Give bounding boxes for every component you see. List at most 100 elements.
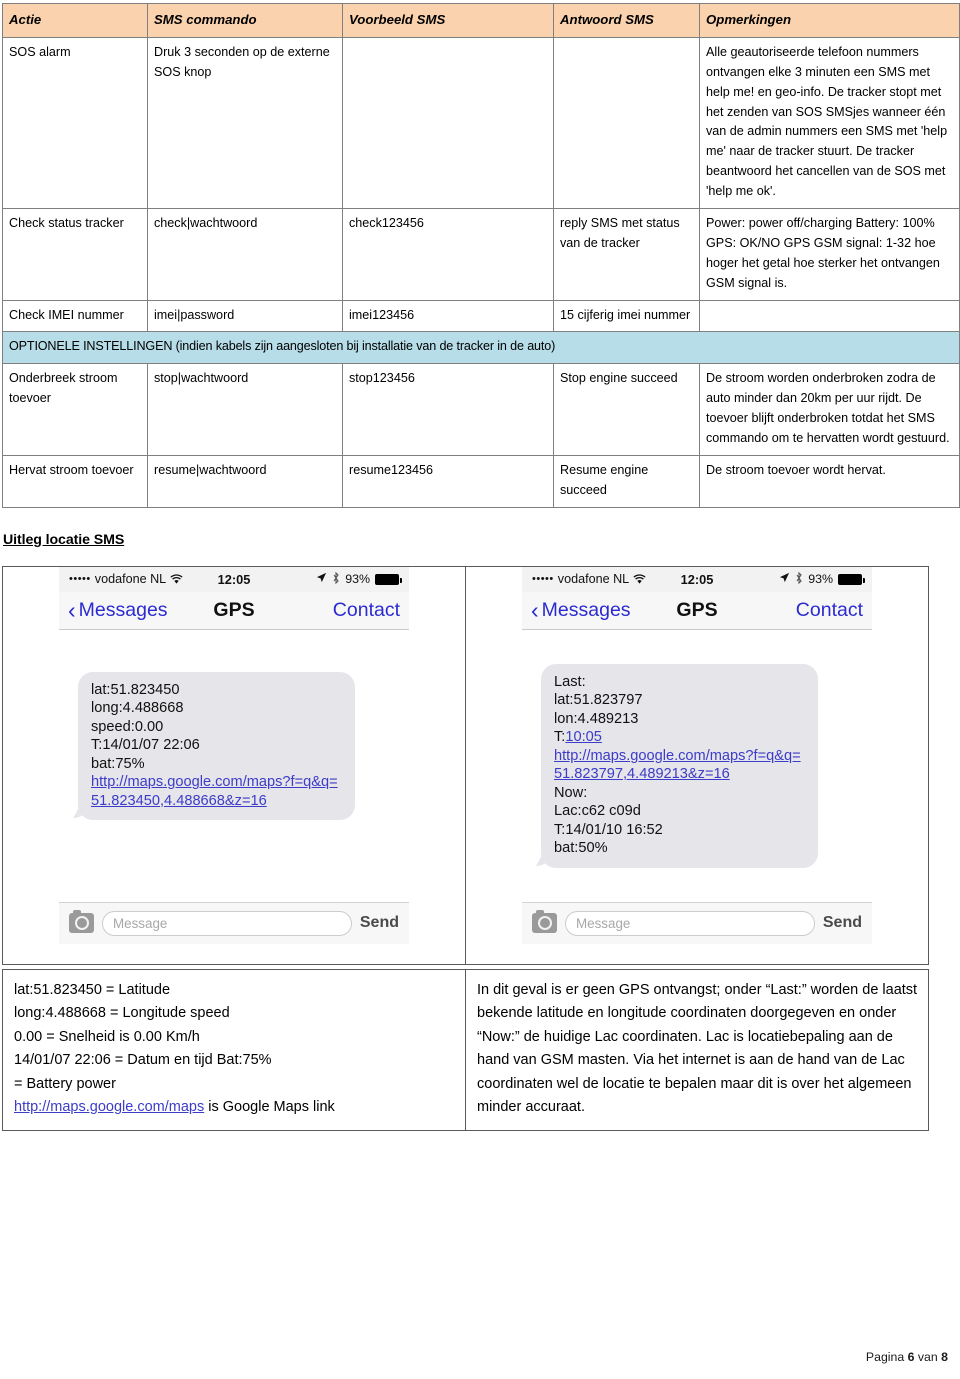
phone-screenshot-left: ••••• vodafone NL 12:05 93% ‹ Messages G… xyxy=(59,566,409,944)
bubble-line: long:4.488668 xyxy=(91,700,184,717)
cell-voorbeeld xyxy=(342,36,554,209)
message-toolbar: Message Send xyxy=(59,901,409,944)
cell-actie: Check status tracker xyxy=(2,207,148,301)
screenshot-row: ••••• vodafone NL 12:05 93% ‹ Messages G… xyxy=(2,565,929,965)
column-header-antwoord-sms: Antwoord SMS xyxy=(553,3,700,38)
footer-prefix: Pagina xyxy=(865,1350,908,1364)
send-button[interactable]: Send xyxy=(360,914,399,932)
sms-bubble: lat:51.823450 long:4.488668 speed:0.00 T… xyxy=(78,671,355,821)
cell-commando: check|wachtwoord xyxy=(147,207,343,301)
maps-link[interactable]: http://maps.google.com/maps?f=q&q=51.823… xyxy=(91,773,342,810)
cell-antwoord: Stop engine succeed xyxy=(553,363,700,456)
send-button[interactable]: Send xyxy=(823,914,862,932)
maps-link[interactable]: http://maps.google.com/maps xyxy=(14,1099,204,1115)
cell-voorbeeld: imei123456 xyxy=(342,299,554,333)
explanation-row: lat:51.823450 = Latitude long:4.488668 =… xyxy=(2,968,929,1131)
status-time: 12:05 xyxy=(680,571,714,587)
explanation-line: 0.00 = Snelheid is 0.00 Km/h xyxy=(14,1028,200,1045)
cell-opmerkingen xyxy=(699,299,960,333)
bubble-line: Last: xyxy=(554,673,586,690)
cell-commando: Druk 3 seconden op de externe SOS knop xyxy=(147,36,343,209)
battery-icon xyxy=(838,573,865,585)
optional-settings-banner: OPTIONELE INSTELLINGEN (indien kabels zi… xyxy=(2,331,960,365)
section-banner-row: OPTIONELE INSTELLINGEN (indien kabels zi… xyxy=(2,331,960,365)
cell-actie: Check IMEI nummer xyxy=(2,299,148,333)
phone-screenshot-right: ••••• vodafone NL 12:05 93% ‹ Messages G… xyxy=(522,566,872,944)
cell-commando: resume|wachtwoord xyxy=(147,454,343,508)
screenshot-cell-right: ••••• vodafone NL 12:05 93% ‹ Messages G… xyxy=(465,565,929,965)
bubble-line: T:14/01/10 16:52 xyxy=(554,821,663,838)
bubble-line-time: T:10:05 xyxy=(554,728,805,747)
message-input[interactable]: Message xyxy=(102,910,352,936)
conversation-title: GPS xyxy=(213,598,255,621)
explanation-line: = Battery power xyxy=(14,1075,116,1092)
cell-actie: SOS alarm xyxy=(2,36,148,209)
table-row: Check IMEI nummer imei|password imei1234… xyxy=(2,299,960,333)
ios-nav-bar: ‹ Messages GPS Contact xyxy=(59,591,409,630)
camera-icon[interactable] xyxy=(532,910,557,934)
bubble-line: lon:4.489213 xyxy=(554,710,639,727)
table-header-row: Actie SMS commando Voorbeeld SMS Antwoor… xyxy=(2,3,960,38)
conversation-area: lat:51.823450 long:4.488668 speed:0.00 T… xyxy=(59,629,409,902)
camera-icon[interactable] xyxy=(69,910,94,934)
explanation-paragraph: In dit geval is er geen GPS ontvangst; o… xyxy=(477,981,918,1116)
column-header-sms-commando: SMS commando xyxy=(147,3,343,38)
table-row: Onderbreek stroom toevoer stop|wachtwoor… xyxy=(2,363,960,456)
time-link[interactable]: 10:05 xyxy=(565,729,602,745)
battery-icon xyxy=(375,573,402,585)
cell-opmerkingen: Alle geautoriseerde telefoon nummers ont… xyxy=(699,36,960,209)
page-footer: Pagina 6 van 8 xyxy=(866,1350,948,1364)
cell-actie: Onderbreek stroom toevoer xyxy=(2,363,148,456)
footer-total-pages: 8 xyxy=(941,1350,948,1364)
explanation-line: 14/01/07 22:06 = Datum en tijd Bat:75% xyxy=(14,1052,272,1069)
column-header-opmerkingen: Opmerkingen xyxy=(699,3,960,38)
cell-actie: Hervat stroom toevoer xyxy=(2,454,148,508)
table-row: Hervat stroom toevoer resume|wachtwoord … xyxy=(2,454,960,508)
column-header-actie: Actie xyxy=(2,3,148,38)
bubble-line: lat:51.823797 xyxy=(554,692,643,709)
screenshot-cell-left: ••••• vodafone NL 12:05 93% ‹ Messages G… xyxy=(2,565,466,965)
document-page: Actie SMS commando Voorbeeld SMS Antwoor… xyxy=(0,0,960,1379)
cell-commando: stop|wachtwoord xyxy=(147,363,343,456)
cell-opmerkingen: De stroom worden onderbroken zodra de au… xyxy=(699,363,960,456)
bubble-line: Lac:c62 c09d xyxy=(554,803,641,820)
cell-antwoord xyxy=(553,36,700,209)
maps-link-tail: is Google Maps link xyxy=(204,1099,335,1116)
explanation-line: lat:51.823450 = Latitude xyxy=(14,981,171,998)
explanation-link-line: http://maps.google.com/maps is Google Ma… xyxy=(14,1096,455,1119)
cell-antwoord: reply SMS met status van de tracker xyxy=(553,207,700,301)
ios-nav-bar: ‹ Messages GPS Contact xyxy=(522,591,872,630)
cell-commando: imei|password xyxy=(147,299,343,333)
footer-middle: van xyxy=(914,1350,942,1364)
cell-opmerkingen: Power: power off/charging Battery: 100% … xyxy=(699,207,960,301)
cell-voorbeeld: stop123456 xyxy=(342,363,554,456)
conversation-area: Last: lat:51.823797 lon:4.489213 T:10:05… xyxy=(522,629,872,902)
explanation-table: lat:51.823450 = Latitude long:4.488668 =… xyxy=(2,968,929,1131)
cell-voorbeeld: check123456 xyxy=(342,207,554,301)
table-row: Check status tracker check|wachtwoord ch… xyxy=(2,207,960,301)
cell-opmerkingen: De stroom toevoer wordt hervat. xyxy=(699,454,960,508)
time-prefix: T: xyxy=(554,729,566,746)
screenshot-table: ••••• vodafone NL 12:05 93% ‹ Messages G… xyxy=(2,565,929,965)
cell-voorbeeld: resume123456 xyxy=(342,454,554,508)
sms-bubble: Last: lat:51.823797 lon:4.489213 T:10:05… xyxy=(541,663,818,868)
explanation-line: long:4.488668 = Longitude speed xyxy=(14,1005,230,1022)
sms-command-table: Actie SMS commando Voorbeeld SMS Antwoor… xyxy=(2,3,960,508)
status-time: 12:05 xyxy=(217,571,251,587)
explanation-cell-left: lat:51.823450 = Latitude long:4.488668 =… xyxy=(2,968,466,1131)
bubble-line: lat:51.823450 xyxy=(91,681,180,698)
column-header-voorbeeld-sms: Voorbeeld SMS xyxy=(342,3,554,38)
table-row: SOS alarm Druk 3 seconden op de externe … xyxy=(2,36,960,209)
maps-link[interactable]: http://maps.google.com/maps?f=q&q=51.823… xyxy=(554,747,805,784)
section-subheading: Uitleg locatie SMS xyxy=(3,531,125,548)
ios-status-bar: ••••• vodafone NL 12:05 93% xyxy=(522,566,872,592)
ios-status-bar: ••••• vodafone NL 12:05 93% xyxy=(59,566,409,592)
message-toolbar: Message Send xyxy=(522,901,872,944)
bubble-line: speed:0.00 xyxy=(91,718,164,735)
conversation-title: GPS xyxy=(676,598,718,621)
cell-antwoord: Resume engine succeed xyxy=(553,454,700,508)
message-input[interactable]: Message xyxy=(565,910,815,936)
bubble-line: bat:50% xyxy=(554,840,608,857)
explanation-cell-right: In dit geval is er geen GPS ontvangst; o… xyxy=(465,968,929,1131)
bubble-line: T:14/01/07 22:06 xyxy=(91,737,200,754)
